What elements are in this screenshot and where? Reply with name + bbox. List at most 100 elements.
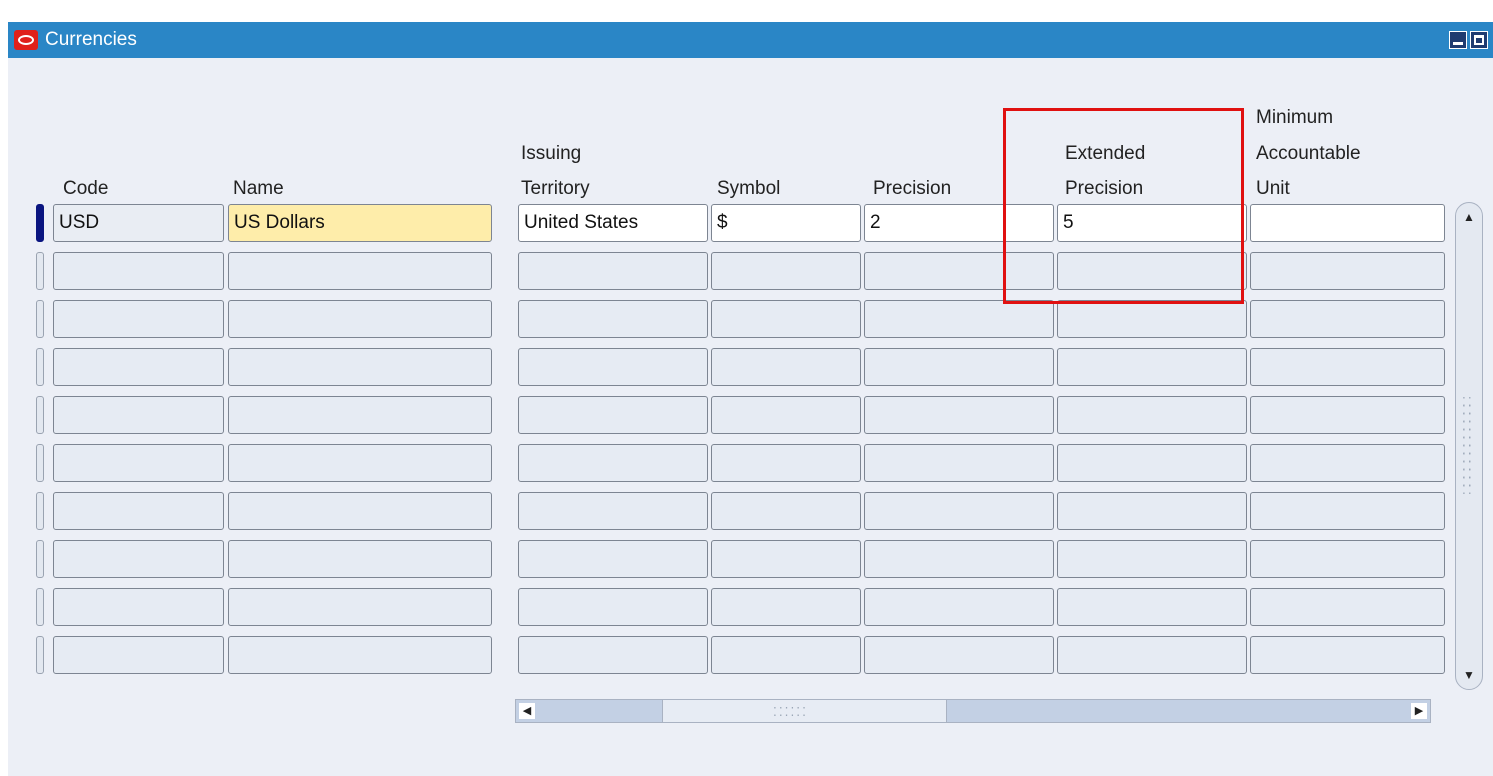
symbol-field-empty[interactable] (711, 396, 861, 434)
mau-field-empty[interactable] (1250, 300, 1445, 338)
vertical-scrollbar[interactable]: ▲ ⁚⁚ ⁚⁚ ⁚⁚ ⁚⁚ ⁚⁚ ⁚⁚ ⁚⁚ ⁚⁚ ⁚⁚ ⁚⁚ ⁚⁚ ⁚⁚ ▼ (1455, 202, 1483, 690)
name-field-empty[interactable] (228, 348, 492, 386)
mau-field-empty[interactable] (1250, 252, 1445, 290)
symbol-field-empty[interactable] (711, 348, 861, 386)
record-indicator[interactable] (36, 588, 44, 626)
territory-field-empty[interactable] (518, 492, 708, 530)
code-field-empty[interactable] (53, 540, 224, 578)
mau-field[interactable] (1250, 204, 1445, 242)
scroll-up-arrow-icon[interactable]: ▲ (1463, 211, 1475, 223)
code-field-empty[interactable] (53, 252, 224, 290)
code-field[interactable]: USD (53, 204, 224, 242)
precision-field-empty[interactable] (864, 636, 1054, 674)
code-field-empty[interactable] (53, 300, 224, 338)
precision-field-empty[interactable] (864, 348, 1054, 386)
symbol-field-empty[interactable] (711, 444, 861, 482)
territory-field-empty[interactable] (518, 636, 708, 674)
mau-field-empty[interactable] (1250, 492, 1445, 530)
symbol-field-empty[interactable] (711, 540, 861, 578)
record-indicator[interactable] (36, 300, 44, 338)
symbol-field-empty[interactable] (711, 300, 861, 338)
mau-field-empty[interactable] (1250, 396, 1445, 434)
territory-field-empty[interactable] (518, 348, 708, 386)
extended-precision-field-empty[interactable] (1057, 348, 1247, 386)
title-bar: Currencies (8, 22, 1493, 58)
precision-field-empty[interactable] (864, 492, 1054, 530)
territory-field-empty[interactable] (518, 396, 708, 434)
column-header-code: Code (63, 178, 109, 199)
symbol-field[interactable]: $ (711, 204, 861, 242)
name-field-empty[interactable] (228, 252, 492, 290)
code-field-empty[interactable] (53, 444, 224, 482)
name-field-empty[interactable] (228, 444, 492, 482)
code-field-empty[interactable] (53, 348, 224, 386)
mau-field-empty[interactable] (1250, 588, 1445, 626)
mau-field-empty[interactable] (1250, 444, 1445, 482)
column-header-mau-line1: Minimum (1256, 107, 1334, 128)
mau-field-empty[interactable] (1250, 540, 1445, 578)
territory-field-empty[interactable] (518, 444, 708, 482)
symbol-field-empty[interactable] (711, 252, 861, 290)
name-field-empty[interactable] (228, 636, 492, 674)
maximize-icon[interactable] (1470, 31, 1488, 49)
name-field[interactable]: US Dollars (228, 204, 492, 242)
name-field-empty[interactable] (228, 492, 492, 530)
symbol-field-empty[interactable] (711, 492, 861, 530)
code-field-empty[interactable] (53, 492, 224, 530)
precision-field-empty[interactable] (864, 540, 1054, 578)
extended-precision-field-empty[interactable] (1057, 636, 1247, 674)
horizontal-scrollbar[interactable]: ◀ ⁚⁚⁚⁚⁚⁚ ▶ (515, 699, 1431, 723)
extended-precision-field-empty[interactable] (1057, 540, 1247, 578)
column-header-territory-line1: Issuing (521, 143, 582, 164)
record-indicator[interactable] (36, 492, 44, 530)
column-header-mau-line2: Accountable (1256, 143, 1361, 164)
highlight-box (1003, 108, 1244, 304)
symbol-field-empty[interactable] (711, 588, 861, 626)
vertical-scroll-grip-icon[interactable]: ⁚⁚ ⁚⁚ ⁚⁚ ⁚⁚ ⁚⁚ ⁚⁚ ⁚⁚ ⁚⁚ ⁚⁚ ⁚⁚ ⁚⁚ ⁚⁚ (1462, 396, 1474, 496)
record-indicator-current[interactable] (36, 204, 44, 242)
name-field-empty[interactable] (228, 540, 492, 578)
code-field-empty[interactable] (53, 588, 224, 626)
record-indicator[interactable] (36, 396, 44, 434)
precision-field-empty[interactable] (864, 588, 1054, 626)
territory-field-empty[interactable] (518, 588, 708, 626)
currencies-window: Currencies Code Name Issuing Territory S… (8, 22, 1493, 776)
precision-field-empty[interactable] (864, 300, 1054, 338)
mau-field-empty[interactable] (1250, 348, 1445, 386)
column-header-symbol: Symbol (717, 178, 781, 199)
extended-precision-field-empty[interactable] (1057, 396, 1247, 434)
record-indicator[interactable] (36, 252, 44, 290)
scroll-down-arrow-icon[interactable]: ▼ (1463, 669, 1475, 681)
mau-field-empty[interactable] (1250, 636, 1445, 674)
column-header-mau-line3: Unit (1256, 178, 1290, 199)
code-field-empty[interactable] (53, 396, 224, 434)
territory-field-empty[interactable] (518, 540, 708, 578)
precision-field-empty[interactable] (864, 444, 1054, 482)
precision-field-empty[interactable] (864, 396, 1054, 434)
minimize-icon[interactable] (1449, 31, 1467, 49)
extended-precision-field-empty[interactable] (1057, 588, 1247, 626)
horizontal-scroll-grip-icon: ⁚⁚⁚⁚⁚⁚ (773, 705, 808, 719)
territory-field-empty[interactable] (518, 300, 708, 338)
name-field-empty[interactable] (228, 300, 492, 338)
name-field-empty[interactable] (228, 396, 492, 434)
window-title: Currencies (45, 29, 137, 50)
horizontal-scroll-thumb[interactable]: ⁚⁚⁚⁚⁚⁚ (662, 700, 947, 722)
territory-field[interactable]: United States (518, 204, 708, 242)
scroll-right-arrow-icon[interactable]: ▶ (1411, 703, 1427, 719)
symbol-field-empty[interactable] (711, 636, 861, 674)
scroll-left-arrow-icon[interactable]: ◀ (519, 703, 535, 719)
oracle-logo-icon (14, 30, 38, 50)
code-field-empty[interactable] (53, 636, 224, 674)
record-indicator[interactable] (36, 540, 44, 578)
record-indicator[interactable] (36, 444, 44, 482)
territory-field-empty[interactable] (518, 252, 708, 290)
record-indicator[interactable] (36, 348, 44, 386)
column-header-precision: Precision (873, 178, 952, 199)
record-indicator[interactable] (36, 636, 44, 674)
extended-precision-field-empty[interactable] (1057, 300, 1247, 338)
name-field-empty[interactable] (228, 588, 492, 626)
column-header-territory-line2: Territory (521, 178, 590, 199)
extended-precision-field-empty[interactable] (1057, 492, 1247, 530)
extended-precision-field-empty[interactable] (1057, 444, 1247, 482)
